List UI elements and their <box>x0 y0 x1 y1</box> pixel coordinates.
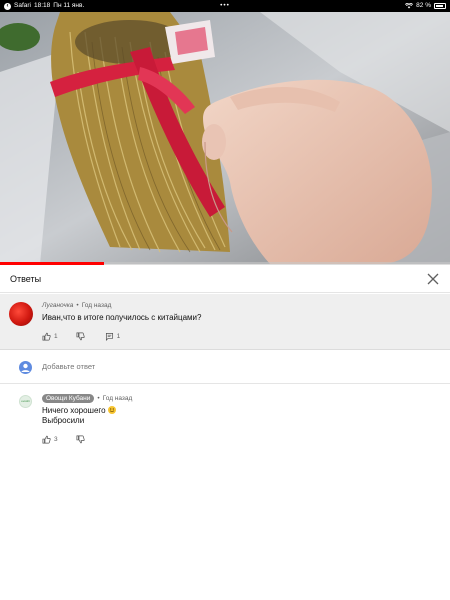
reply-time: Год назад <box>102 395 133 402</box>
video-player[interactable] <box>0 12 450 264</box>
reply-actions: 3 <box>42 435 85 444</box>
reply-count: 1 <box>116 333 121 340</box>
video-frame <box>0 12 450 264</box>
comment-author[interactable]: Луганочка <box>42 302 73 309</box>
chevron-left-icon[interactable]: ‹ <box>4 2 11 10</box>
reply-text-line1: Ничего хорошего <box>42 406 116 415</box>
reply-author-badge[interactable]: Овощи Кубани <box>42 394 95 403</box>
status-time: 18:18 <box>33 2 51 9</box>
replies-title: Ответы <box>10 273 42 284</box>
user-avatar-icon <box>19 361 32 374</box>
reply-avatar[interactable]: ovoshi <box>19 395 32 408</box>
parent-comment: Луганочка • Год назад Иван,что в итоге п… <box>0 294 450 350</box>
status-date: Пн 11 янв. <box>53 2 85 9</box>
like-count: 1 <box>54 333 58 340</box>
add-reply-input[interactable] <box>42 362 422 371</box>
thumbs-down-icon[interactable] <box>76 435 85 444</box>
reply-meta: Овощи Кубани • Год назад <box>42 394 132 403</box>
meta-separator: • <box>97 395 100 402</box>
comment-meta: Луганочка • Год назад <box>42 302 111 309</box>
smile-emoji-icon <box>107 406 116 414</box>
reply-like-count: 3 <box>54 436 58 443</box>
meta-separator: • <box>76 302 79 309</box>
avatar[interactable] <box>9 302 33 326</box>
reply-text: Ничего хорошего <box>42 406 106 415</box>
thumbs-up-icon[interactable] <box>42 435 51 444</box>
status-bar: ‹ Safari 18:18 Пн 11 янв. ••• 82 % <box>0 0 450 12</box>
back-app-label[interactable]: Safari <box>14 0 31 12</box>
comment-actions: 1 1 <box>42 332 120 341</box>
battery-icon <box>434 3 446 9</box>
youtube-replies-screen: ‹ Safari 18:18 Пн 11 янв. ••• 82 % Ответ… <box>0 0 450 600</box>
add-reply-row <box>0 352 450 384</box>
thumbs-down-icon[interactable] <box>76 332 85 341</box>
close-icon[interactable] <box>426 272 440 286</box>
reply-text-line2: Выбросили <box>42 416 85 425</box>
wifi-icon <box>405 3 414 9</box>
replies-header: Ответы <box>0 265 450 293</box>
thumbs-up-icon[interactable] <box>42 332 51 341</box>
battery-percent: 82 % <box>416 2 431 9</box>
comment-text: Иван,что в итоге получилось с китайцами? <box>42 313 202 322</box>
comment-time: Год назад <box>81 302 112 309</box>
reply-icon[interactable] <box>105 332 114 341</box>
